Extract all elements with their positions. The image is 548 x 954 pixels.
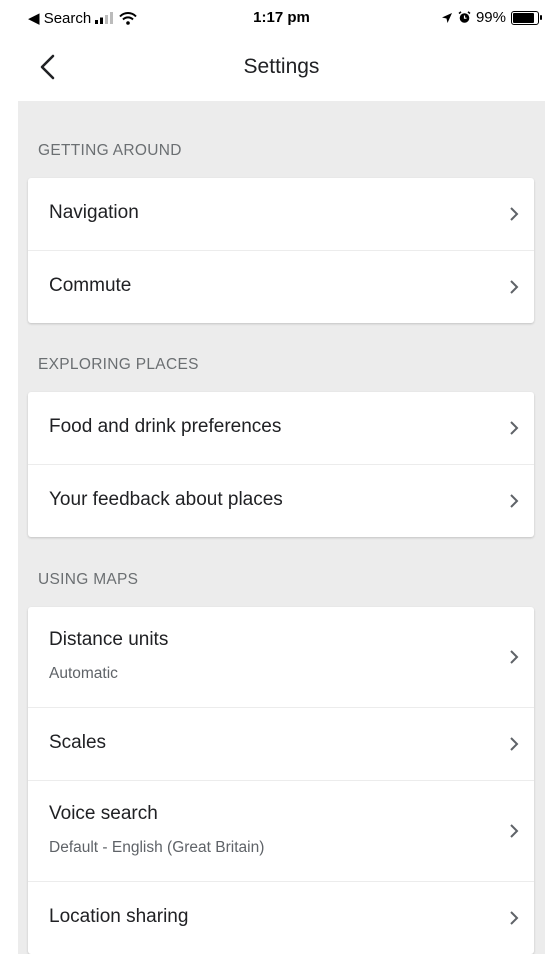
settings-item-voice-search[interactable]: Voice search Default - English (Great Br…: [28, 781, 534, 882]
chevron-right-icon: [510, 737, 519, 751]
settings-item-value: Default - English (Great Britain): [49, 839, 265, 856]
settings-item-commute[interactable]: Commute: [28, 251, 534, 323]
chevron-right-icon: [510, 911, 519, 925]
alarm-icon: [458, 11, 471, 23]
settings-card-using-maps: Distance units Automatic Scales Voice se…: [28, 607, 534, 954]
settings-item-label: Location sharing: [49, 906, 189, 927]
section-header-getting-around: GETTING AROUND: [38, 142, 182, 159]
section-header-exploring-places: EXPLORING PLACES: [38, 356, 199, 373]
settings-item-distance-units[interactable]: Distance units Automatic: [28, 607, 534, 708]
settings-item-label: Food and drink preferences: [49, 416, 282, 437]
status-right: 99%: [441, 9, 542, 26]
section-header-using-maps: USING MAPS: [38, 571, 139, 588]
settings-card-exploring-places: Food and drink preferences Your feedback…: [28, 392, 534, 537]
settings-item-value: Automatic: [49, 665, 118, 682]
chevron-right-icon: [510, 650, 519, 664]
battery-icon: [511, 10, 542, 25]
chevron-right-icon: [510, 494, 519, 508]
settings-item-label: Voice search: [49, 803, 158, 824]
settings-item-label: Navigation: [49, 202, 139, 223]
page-title: Settings: [243, 55, 320, 78]
settings-item-label: Distance units: [49, 629, 169, 650]
settings-item-navigation[interactable]: Navigation: [28, 178, 534, 251]
chevron-right-icon: [510, 280, 519, 294]
app-frame: ◀ Search 1:17 pm 99% Settings GETTING AR…: [18, 0, 545, 954]
settings-card-getting-around: Navigation Commute: [28, 178, 534, 323]
chevron-right-icon: [510, 207, 519, 221]
settings-item-label: Scales: [49, 732, 107, 753]
chevron-right-icon: [510, 824, 519, 838]
settings-item-location-sharing[interactable]: Location sharing: [28, 882, 534, 954]
location-arrow-icon: [441, 12, 452, 23]
chevron-right-icon: [510, 421, 519, 435]
navigation-bar: Settings: [18, 38, 545, 101]
settings-item-scales[interactable]: Scales: [28, 708, 534, 781]
settings-item-label: Commute: [49, 275, 132, 296]
settings-item-feedback-about-places[interactable]: Your feedback about places: [28, 465, 534, 537]
status-bar: ◀ Search 1:17 pm 99%: [18, 0, 545, 38]
settings-item-food-and-drink[interactable]: Food and drink preferences: [28, 392, 534, 465]
settings-item-label: Your feedback about places: [49, 489, 283, 510]
battery-percentage: 99%: [475, 9, 506, 26]
